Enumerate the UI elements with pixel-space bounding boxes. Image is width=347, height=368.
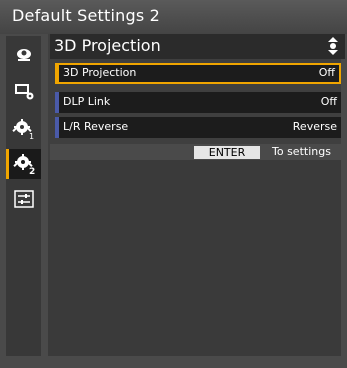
footer-hint-text: To settings — [272, 145, 331, 158]
menu-row-3d-projection[interactable]: 3D Projection Off — [55, 63, 341, 84]
sidebar-item-adjust[interactable] — [6, 184, 41, 214]
enter-key-badge: ENTER — [194, 146, 260, 159]
up-down-icon — [327, 37, 339, 59]
panel-title: 3D Projection — [54, 36, 161, 55]
sidebar-item-display[interactable] — [6, 76, 41, 106]
panel-header: 3D Projection — [50, 34, 345, 59]
svg-text:1: 1 — [29, 132, 34, 140]
svg-text:2: 2 — [29, 167, 35, 175]
settings-1-icon: 1 — [11, 118, 36, 140]
menu-row-value: Off — [318, 66, 335, 79]
menu-row-label: 3D Projection — [63, 66, 137, 79]
projector-icon — [14, 45, 34, 65]
menu-row-dlp-link[interactable]: DLP Link Off — [55, 92, 341, 113]
menu-row-label: L/R Reverse — [63, 120, 129, 133]
footer-hint-bar: ENTER To settings — [50, 144, 345, 160]
sidebar-item-settings-1[interactable]: 1 — [6, 114, 41, 144]
projector-osd-screen: Default Settings 2 1 2 3D Projection 3D … — [0, 0, 347, 368]
display-settings-icon — [13, 81, 35, 101]
sidebar: 1 2 — [6, 36, 41, 356]
settings-2-icon: 2 — [13, 153, 37, 175]
title-bar: Default Settings 2 — [0, 0, 347, 34]
window-title: Default Settings 2 — [12, 6, 161, 25]
empty-content-area — [48, 160, 341, 356]
menu-row-value: Reverse — [292, 120, 337, 133]
sidebar-item-picture[interactable] — [6, 40, 41, 70]
sidebar-item-settings-2[interactable]: 2 — [6, 149, 41, 179]
adjust-sliders-icon — [13, 190, 34, 208]
menu-row-label: DLP Link — [63, 95, 111, 108]
menu-row-lr-reverse[interactable]: L/R Reverse Reverse — [55, 117, 341, 138]
menu-row-value: Off — [320, 95, 337, 108]
